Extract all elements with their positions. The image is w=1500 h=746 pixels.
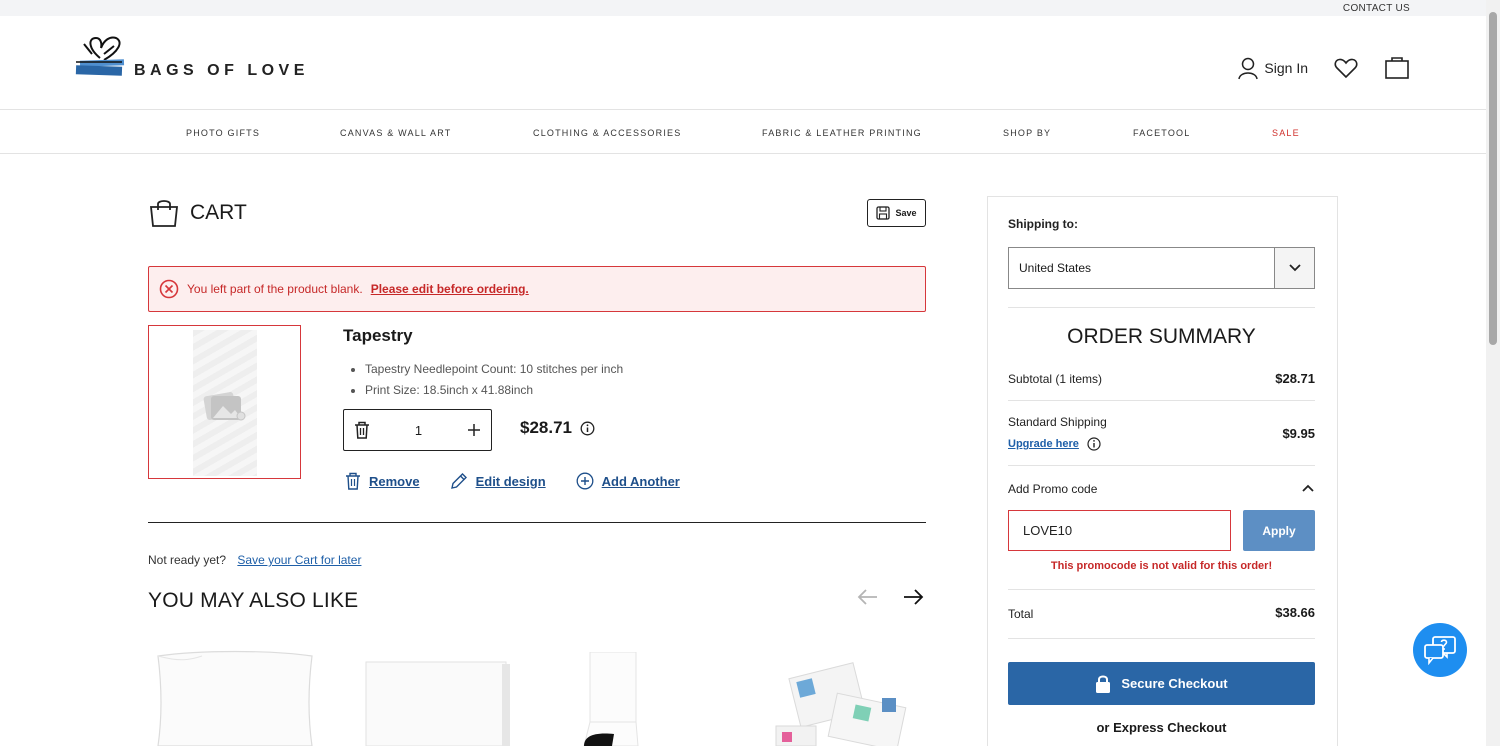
promo-error-message: This promocode is not valid for this ord… [1050, 560, 1273, 572]
blank-product-alert: You left part of the product blank. Plea… [148, 266, 926, 312]
plus-circle-icon [576, 472, 594, 490]
checkout-label: Secure Checkout [1121, 676, 1228, 691]
arrow-right-icon[interactable] [900, 584, 926, 610]
upgrade-label: Upgrade here [1008, 438, 1079, 450]
product-attributes: Tapestry Needlepoint Count: 10 stitches … [365, 359, 623, 401]
logo[interactable]: BAGS OF LOVE [74, 34, 314, 84]
top-bar: CONTACT US [0, 0, 1486, 16]
arrow-left-icon[interactable] [855, 584, 881, 610]
subtotal-label: Subtotal (1 items) [1008, 372, 1103, 386]
nav-shop-by[interactable]: SHOP BY [1003, 128, 1051, 138]
chevron-down-icon[interactable] [1274, 248, 1314, 288]
nav-facetool[interactable]: FACETOOL [1133, 128, 1190, 138]
not-ready-text: Not ready yet? [148, 553, 227, 567]
logo-heart-icon [75, 36, 125, 76]
promo-code-value: LOVE10 [1023, 523, 1073, 538]
save-cart-for-later-link[interactable]: Save your Cart for later [237, 553, 361, 567]
header-actions: Sign In [1238, 56, 1410, 80]
thumbnail-placeholder [193, 330, 257, 476]
shipping-value: $9.95 [1282, 426, 1315, 441]
chat-help-icon [1424, 636, 1456, 665]
lock-icon [1096, 675, 1111, 693]
edit-design-label: Edit design [475, 473, 546, 489]
secure-checkout-button[interactable]: Secure Checkout [1008, 662, 1315, 705]
heart-icon[interactable] [1334, 57, 1358, 79]
nav-canvas-wall-art[interactable]: CANVAS & WALL ART [340, 128, 451, 138]
plus-icon[interactable] [467, 423, 481, 437]
total-label: Total [1008, 607, 1034, 621]
scrollbar-thumb[interactable] [1489, 12, 1497, 345]
cart-bag-icon[interactable] [1384, 56, 1410, 80]
nav-photo-gifts[interactable]: PHOTO GIFTS [186, 128, 260, 138]
cart-heading: CART [148, 198, 247, 228]
chevron-up-icon[interactable] [1301, 482, 1315, 494]
image-placeholder-icon [203, 392, 246, 421]
error-circle-icon [159, 279, 179, 299]
page-title: CART [190, 201, 247, 224]
edit-before-ordering-link[interactable]: Please edit before ordering. [371, 282, 529, 296]
logo-text: BAGS OF LOVE [134, 62, 309, 79]
floppy-disk-icon [876, 206, 891, 220]
subtotal-value: $28.71 [1275, 371, 1315, 386]
quantity-value[interactable]: 1 [415, 423, 422, 438]
summary-divider [1008, 307, 1315, 308]
attribute-print-size: Print Size: 18.5inch x 41.88inch [365, 380, 623, 401]
product-thumbnail[interactable] [148, 325, 301, 479]
country-value: United States [1019, 261, 1092, 275]
alert-text: You left part of the product blank. [187, 282, 363, 296]
recommendation-pillow-image[interactable] [150, 648, 320, 746]
sign-in-button[interactable]: Sign In [1238, 56, 1308, 80]
apply-promo-button[interactable]: Apply [1243, 510, 1315, 551]
recommendations-title: YOU MAY ALSO LIKE [148, 589, 359, 612]
save-for-later-row: Not ready yet? Save your Cart for later [148, 553, 361, 567]
country-select[interactable]: United States [1008, 247, 1315, 289]
save-label: Save [895, 208, 917, 218]
nav-fabric-leather-printing[interactable]: FABRIC & LEATHER PRINTING [762, 128, 922, 138]
summary-divider [1008, 589, 1315, 590]
page-scrollbar[interactable] [1486, 0, 1500, 746]
nav-clothing-accessories[interactable]: CLOTHING & ACCESSORIES [533, 128, 681, 138]
contact-us-link[interactable]: CONTACT US [1343, 3, 1410, 14]
save-cart-button[interactable]: Save [867, 199, 926, 227]
promo-code-toggle-label[interactable]: Add Promo code [1008, 482, 1097, 496]
upgrade-shipping-link[interactable]: Upgrade here [1008, 437, 1101, 451]
item-actions: Remove Edit design Add Another [345, 472, 680, 490]
item-price: $28.71 [520, 418, 595, 438]
recommendation-gift-boxes-image[interactable] [772, 660, 922, 746]
nav-sale[interactable]: SALE [1272, 128, 1300, 138]
site-header: BAGS OF LOVE Sign In [0, 16, 1486, 110]
chat-support-button[interactable] [1413, 623, 1467, 677]
quantity-stepper: 1 [343, 409, 492, 451]
attribute-needlepoint-count: Tapestry Needlepoint Count: 10 stitches … [365, 359, 623, 380]
promo-code-input[interactable]: LOVE10 [1008, 510, 1231, 551]
cart-divider [148, 522, 926, 523]
add-another-button[interactable]: Add Another [576, 472, 680, 490]
info-icon[interactable] [580, 421, 595, 436]
summary-divider [1008, 465, 1315, 466]
trash-icon[interactable] [354, 421, 370, 439]
summary-divider [1008, 400, 1315, 401]
shopping-bag-icon [150, 200, 178, 227]
shipping-label: Standard Shipping [1008, 415, 1107, 429]
trash-icon [346, 472, 360, 490]
order-summary-panel: Shipping to: United States ORDER SUMMARY… [987, 196, 1338, 746]
user-icon [1238, 57, 1259, 80]
info-icon[interactable] [1087, 437, 1101, 451]
summary-divider [1008, 638, 1315, 639]
recommendation-socks-image[interactable] [580, 652, 660, 746]
product-name: Tapestry [343, 326, 413, 345]
shipping-to-label: Shipping to: [1008, 217, 1078, 231]
remove-button[interactable]: Remove [345, 472, 420, 490]
sign-in-label: Sign In [1264, 60, 1308, 76]
order-summary-title: ORDER SUMMARY [1067, 325, 1256, 348]
add-another-label: Add Another [601, 473, 680, 489]
pencil-icon [450, 473, 467, 489]
remove-label: Remove [369, 473, 420, 489]
price-value: $28.71 [520, 418, 572, 437]
main-nav: PHOTO GIFTS CANVAS & WALL ART CLOTHING &… [0, 110, 1486, 154]
edit-design-button[interactable]: Edit design [450, 472, 546, 490]
express-checkout-label: or Express Checkout [1096, 720, 1227, 735]
total-value: $38.66 [1275, 605, 1315, 620]
recommendation-canvas-image[interactable] [362, 660, 512, 746]
